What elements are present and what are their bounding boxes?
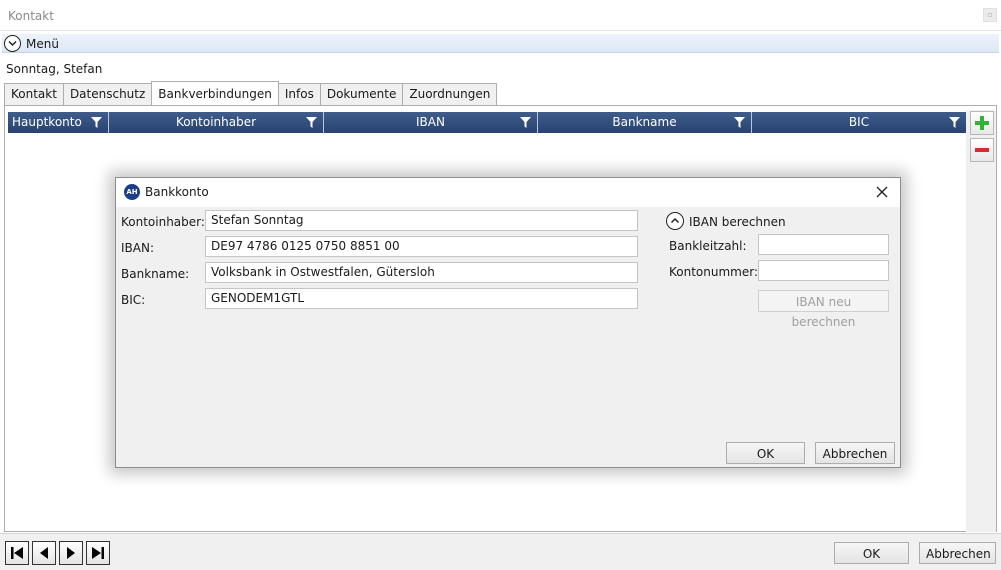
iban-calc-header[interactable]: IBAN berechnen: [689, 215, 786, 229]
bankleitzahl-field[interactable]: [758, 234, 889, 255]
column-label: BIC: [848, 115, 870, 129]
nav-previous-button[interactable]: [32, 541, 56, 565]
kontonummer-label: Kontonummer:: [669, 265, 759, 279]
dialog-ok-button[interactable]: OK: [726, 442, 805, 464]
column-header-bic[interactable]: BIC: [752, 112, 966, 133]
nav-first-button[interactable]: [5, 541, 29, 565]
close-icon[interactable]: [873, 183, 891, 201]
minus-icon: [975, 148, 989, 152]
column-header-iban[interactable]: IBAN: [324, 112, 538, 133]
previous-record-icon: [40, 547, 48, 559]
remove-bank-account-button[interactable]: [970, 138, 994, 162]
column-header-kontoinhaber[interactable]: Kontoinhaber: [109, 112, 324, 133]
filter-icon[interactable]: [734, 117, 745, 128]
filter-icon[interactable]: [91, 117, 102, 128]
dialog-titlebar: AH Bankkonto: [116, 178, 900, 207]
plus-icon: [975, 116, 989, 130]
last-record-icon: [92, 547, 104, 559]
window-title: Kontakt: [8, 9, 54, 23]
contact-name: Sonntag, Stefan: [6, 62, 103, 76]
tab-kontakt[interactable]: Kontakt: [4, 83, 64, 105]
column-label: Kontoinhaber: [175, 115, 257, 129]
tab-bankverbindungen[interactable]: Bankverbindungen: [151, 81, 279, 105]
kontoinhaber-label: Kontoinhaber:: [121, 215, 205, 229]
tab-zuordnungen[interactable]: Zuordnungen: [402, 83, 498, 105]
column-header-bankname[interactable]: Bankname: [538, 112, 752, 133]
ok-button[interactable]: OK: [834, 542, 909, 564]
next-record-icon: [67, 547, 75, 559]
column-label: Bankname: [612, 115, 677, 129]
menu-bar[interactable]: Menü: [2, 34, 999, 53]
iban-recalculate-button[interactable]: IBAN neu berechnen: [758, 290, 889, 329]
nav-last-button[interactable]: [86, 541, 110, 565]
filter-icon[interactable]: [520, 117, 531, 128]
side-toolbar: [966, 110, 996, 532]
chevron-up-icon[interactable]: [666, 212, 684, 230]
iban-label: IBAN:: [121, 241, 154, 255]
tab-infos[interactable]: Infos: [277, 83, 321, 105]
bic-label: BIC:: [121, 293, 146, 307]
dialog-title: Bankkonto: [145, 185, 209, 199]
tab-dokumente[interactable]: Dokumente: [319, 83, 404, 105]
first-record-icon: [11, 547, 23, 559]
kontoinhaber-field[interactable]: Stefan Sonntag: [205, 210, 638, 231]
bankname-label: Bankname:: [121, 267, 190, 281]
filter-icon[interactable]: [949, 117, 960, 128]
bic-field[interactable]: GENODEM1GTL: [205, 288, 638, 309]
filter-icon[interactable]: [306, 117, 317, 128]
app-logo-icon: AH: [124, 184, 140, 200]
bankname-field[interactable]: Volksbank in Ostwestfalen, Gütersloh: [205, 262, 638, 283]
chevron-down-icon[interactable]: [4, 35, 21, 52]
dialog-body: Kontoinhaber: Stefan Sonntag IBAN: DE97 …: [116, 207, 900, 467]
bank-account-dialog: AH Bankkonto Kontoinhaber: Stefan Sonnta…: [115, 177, 901, 468]
window-titlebar: Kontakt ▫: [0, 0, 1001, 31]
cancel-button[interactable]: Abbrechen: [919, 542, 996, 564]
grid-header: Hauptkonto Kontoinhaber IBAN Bankname BI…: [8, 112, 966, 133]
nav-next-button[interactable]: [59, 541, 83, 565]
column-label: IBAN: [416, 115, 445, 129]
iban-field[interactable]: DE97 4786 0125 0750 8851 00: [205, 236, 638, 257]
bankleitzahl-label: Bankleitzahl:: [669, 239, 747, 253]
tab-datenschutz[interactable]: Datenschutz: [62, 83, 153, 105]
tab-strip: Kontakt Datenschutz Bankverbindungen Inf…: [4, 81, 498, 105]
dialog-cancel-button[interactable]: Abbrechen: [815, 442, 895, 464]
column-header-hauptkonto[interactable]: Hauptkonto: [8, 112, 109, 133]
add-bank-account-button[interactable]: [970, 111, 994, 135]
kontonummer-field[interactable]: [758, 260, 889, 281]
window-corner-icon[interactable]: ▫: [983, 8, 997, 22]
menu-label[interactable]: Menü: [26, 37, 59, 51]
